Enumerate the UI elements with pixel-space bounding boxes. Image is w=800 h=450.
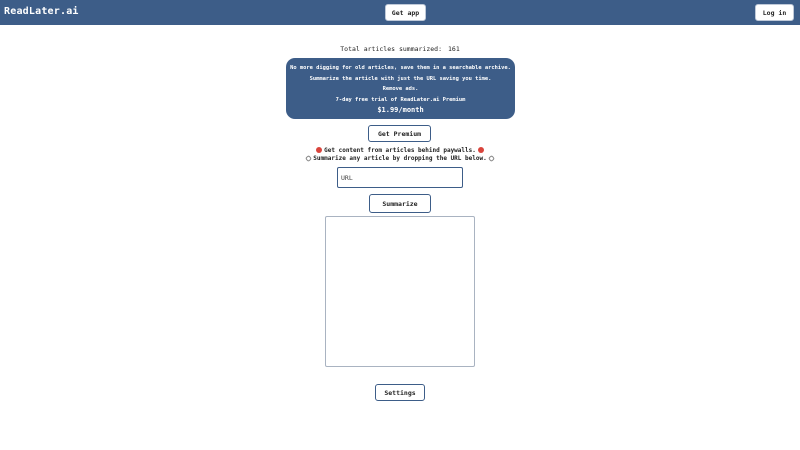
top-navbar: ReadLater.ai Get app Log in [0,0,800,25]
counter-label: Total articles summarized: [340,45,442,53]
paywall-notice-text: Get content from articles behind paywall… [324,147,476,154]
summarize-button[interactable]: Summarize [369,194,431,213]
paywall-notice: Get content from articles behind paywall… [0,147,800,154]
url-input[interactable] [337,167,463,188]
paperclip-icon [487,154,495,163]
get-app-button[interactable]: Get app [385,4,426,21]
counter-value: 161 [448,45,460,53]
red-circle-icon [477,147,484,153]
promo-price: $1.99/month [377,106,424,115]
get-premium-button[interactable]: Get Premium [368,125,431,142]
settings-button[interactable]: Settings [375,384,425,401]
red-circle-icon [316,147,323,153]
promo-line-summarize: Summarize the article with just the URL … [309,75,492,82]
premium-promo-panel: No more digging for old articles, save t… [286,58,515,119]
summarize-notice-text: Summarize any article by dropping the UR… [313,155,487,162]
login-button[interactable]: Log in [755,4,794,21]
summary-output-textarea[interactable] [325,216,475,367]
brand-logo-text[interactable]: ReadLater.ai [4,6,79,17]
paperclip-icon [305,154,313,163]
promo-line-archive: No more digging for old articles, save t… [290,65,511,71]
articles-summarized-counter: Total articles summarized: 161 [0,45,800,53]
promo-line-ads: Remove ads. [382,86,419,93]
promo-line-trial: 7-day free trial of ReadLater.ai Premium [335,96,466,103]
summarize-notice: Summarize any article by dropping the UR… [0,154,800,163]
